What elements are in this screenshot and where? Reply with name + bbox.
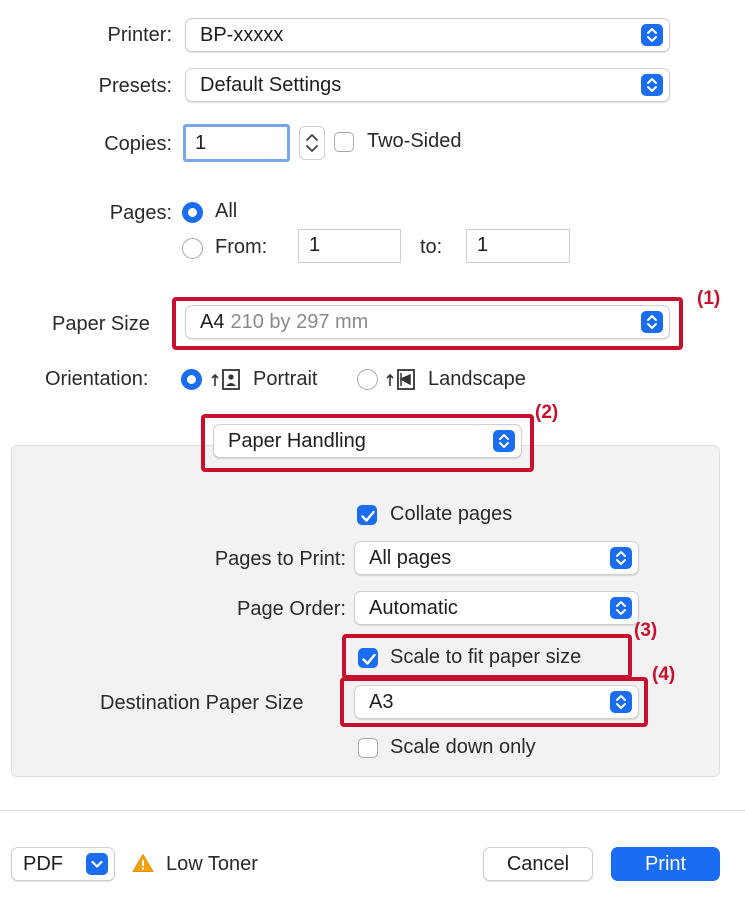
presets-popup[interactable]: Default Settings	[185, 68, 670, 102]
printer-value: BP-xxxxx	[200, 23, 284, 46]
marker-3: (3)	[634, 620, 658, 641]
warning-icon	[132, 853, 154, 878]
print-button[interactable]: Print	[611, 847, 720, 881]
portrait-orientation-icon	[210, 367, 244, 396]
stepper-arrows-icon	[306, 134, 318, 152]
scale-down-label: Scale down only	[390, 736, 536, 758]
pages-to-label: to:	[420, 236, 443, 258]
pages-to-print-label: Pages to Print:	[214, 548, 346, 570]
chevron-updown-icon	[641, 74, 663, 96]
paper-size-label: Paper Size	[52, 313, 150, 335]
pages-to-print-value: All pages	[369, 546, 452, 569]
highlight-1	[172, 297, 683, 350]
pages-all-radio[interactable]	[182, 202, 203, 223]
collate-checkbox[interactable]	[357, 505, 377, 525]
highlight-4	[340, 677, 648, 727]
copies-field[interactable]: 1	[183, 124, 290, 162]
collate-label: Collate pages	[390, 503, 513, 525]
pages-from-radio[interactable]	[182, 238, 203, 259]
dest-size-label: Destination Paper Size	[100, 692, 304, 714]
marker-2: (2)	[535, 402, 559, 423]
pages-to-print-popup[interactable]: All pages	[354, 541, 639, 575]
marker-4: (4)	[652, 664, 676, 685]
chevron-updown-icon	[610, 547, 632, 569]
landscape-label: Landscape	[428, 368, 526, 390]
printer-label: Printer:	[107, 24, 172, 46]
cancel-button[interactable]: Cancel	[483, 847, 593, 881]
printer-popup[interactable]: BP-xxxxx	[185, 18, 670, 52]
two-sided-checkbox[interactable]	[334, 132, 354, 152]
highlight-3	[342, 634, 632, 679]
page-order-popup[interactable]: Automatic	[354, 591, 639, 625]
page-order-value: Automatic	[369, 596, 458, 619]
copies-stepper[interactable]	[299, 126, 325, 160]
low-toner-text: Low Toner	[166, 853, 258, 875]
presets-value: Default Settings	[200, 73, 342, 96]
chevron-updown-icon	[641, 24, 663, 46]
page-order-label: Page Order:	[237, 598, 346, 620]
chevron-down-icon	[86, 853, 108, 875]
pages-all-label: All	[215, 200, 238, 222]
marker-1: (1)	[697, 288, 721, 309]
portrait-label: Portrait	[253, 368, 318, 390]
chevron-updown-icon	[610, 597, 632, 619]
presets-label: Presets:	[98, 75, 172, 97]
pages-from-label: From:	[215, 236, 268, 258]
pdf-label: PDF	[23, 852, 63, 875]
landscape-orientation-icon	[385, 367, 419, 396]
highlight-2	[201, 414, 534, 472]
pages-label: Pages:	[109, 202, 172, 224]
scale-down-checkbox[interactable]	[358, 738, 378, 758]
portrait-radio[interactable]	[181, 369, 202, 390]
pages-to-field[interactable]: 1	[466, 229, 570, 263]
footer-divider	[0, 810, 745, 811]
landscape-radio[interactable]	[357, 369, 378, 390]
copies-label: Copies:	[104, 133, 172, 155]
pdf-menu-button[interactable]: PDF	[11, 847, 115, 881]
checkmark-icon	[361, 510, 375, 522]
two-sided-label: Two-Sided	[367, 130, 462, 152]
orientation-label: Orientation:	[45, 368, 149, 390]
pages-from-field[interactable]: 1	[298, 229, 401, 263]
